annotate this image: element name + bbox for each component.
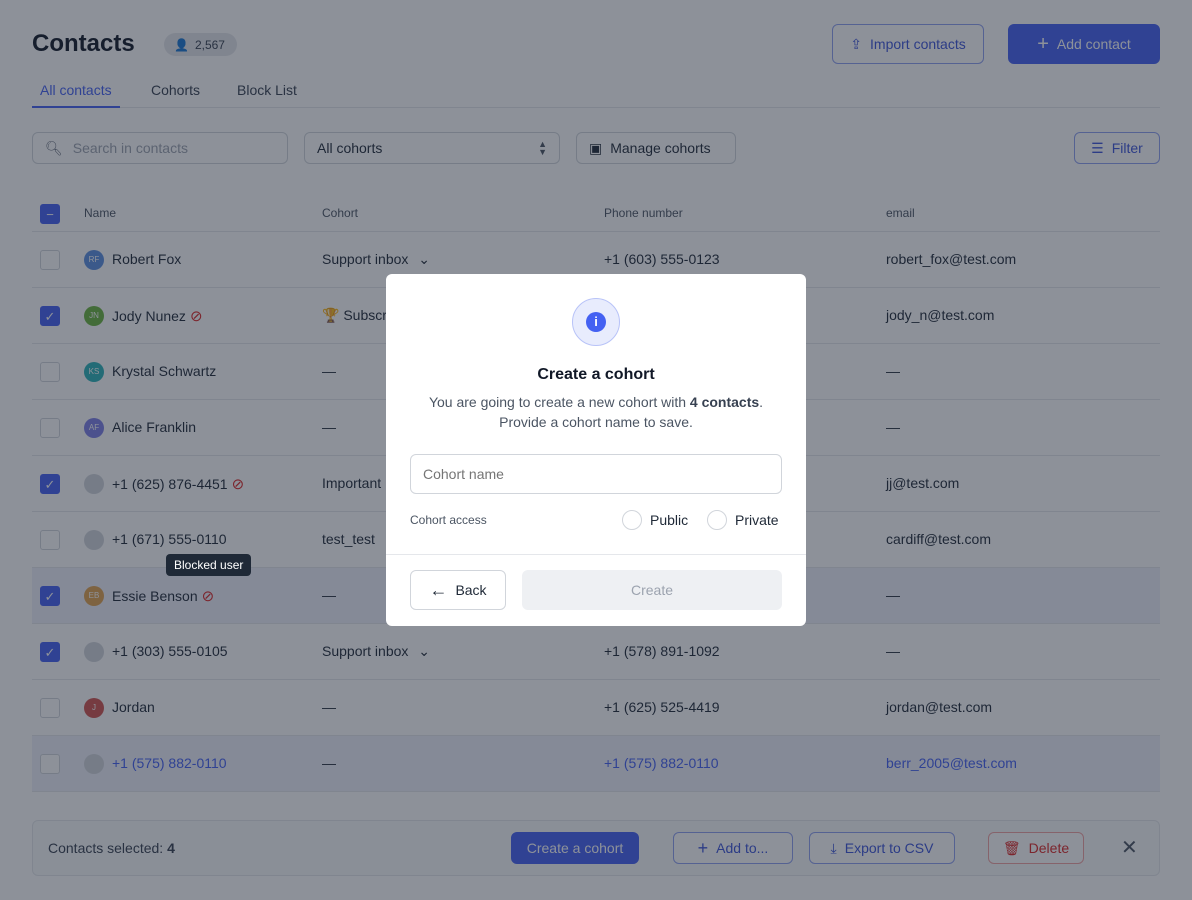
create-cohort-modal: i Create a cohort You are going to creat… (386, 274, 806, 626)
cohort-access-label: Cohort access (410, 513, 487, 527)
private-radio[interactable]: Private (707, 510, 779, 530)
modal-title: Create a cohort (537, 366, 655, 383)
desc-prefix: You are going to create a new cohort wit… (428, 394, 690, 410)
radio-public[interactable] (622, 510, 642, 530)
desc-suffix: . (759, 394, 764, 410)
public-label: Public (650, 512, 689, 528)
arrow-left-icon: ← (429, 579, 448, 600)
modal-divider (386, 554, 806, 555)
public-radio[interactable]: Public (622, 510, 688, 530)
blocked-user-tooltip: Blocked user (166, 554, 252, 576)
desc-line2: Provide a cohort name to save. (499, 414, 693, 430)
cohort-name-input[interactable] (410, 454, 782, 494)
desc-bold: 4 contacts (689, 394, 760, 410)
private-label: Private (735, 512, 779, 528)
info-icon: i (586, 312, 606, 332)
back-button[interactable]: ← Back (410, 570, 506, 610)
info-icon-wrapper: i (572, 298, 620, 346)
modal-description: You are going to create a new cohort wit… (386, 392, 806, 432)
radio-private[interactable] (707, 510, 727, 530)
create-button[interactable]: Create (522, 570, 782, 610)
back-label: Back (455, 582, 487, 598)
